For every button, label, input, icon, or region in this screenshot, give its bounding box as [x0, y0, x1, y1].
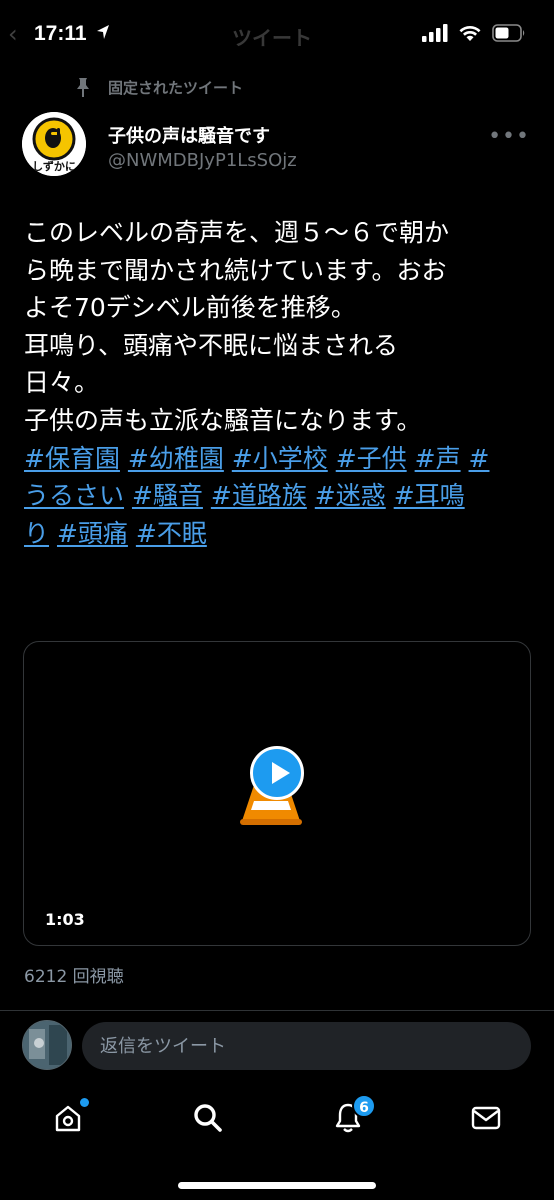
status-icons	[422, 24, 526, 42]
hashtag-link[interactable]: り	[24, 519, 49, 548]
hashtag-link[interactable]: #保育園	[24, 444, 120, 473]
hashtag-link[interactable]: #子供	[336, 444, 407, 473]
author-display-name[interactable]: 子供の声は騒音です	[108, 122, 270, 148]
hashtag-link[interactable]: #頭痛	[57, 519, 128, 548]
hashtag-link[interactable]: うるさい	[24, 481, 124, 510]
play-button[interactable]	[250, 746, 304, 800]
notifications-badge: 6	[352, 1094, 376, 1118]
user-avatar[interactable]	[22, 1020, 72, 1070]
home-new-dot	[80, 1098, 89, 1107]
avatar-caption: しずかに	[32, 160, 76, 173]
hashtag-line: うるさい #騒音 #道路族 #迷惑 #耳鳴	[24, 477, 534, 515]
pinned-indicator: 固定されたツイート	[72, 74, 243, 100]
home-indicator	[178, 1182, 376, 1189]
location-arrow-icon	[97, 25, 109, 39]
tweet-text-line: このレベルの奇声を、週５〜６で朝か	[24, 218, 450, 247]
hashtag-link[interactable]: #騒音	[132, 481, 203, 510]
hashtag-link[interactable]: #不眠	[136, 519, 207, 548]
tweet-text: このレベルの奇声を、週５〜６で朝か ら晩まで聞かされ続けています。おお よそ70…	[24, 214, 534, 552]
hashtag-line: り #頭痛 #不眠	[24, 515, 534, 553]
pin-icon	[77, 78, 89, 97]
tweet-text-line: 子供の声も立派な騒音になります。	[24, 405, 422, 435]
video-player[interactable]: 1:03	[23, 641, 531, 946]
search-icon	[194, 1104, 222, 1132]
hashtag-link[interactable]: #道路族	[211, 481, 307, 510]
divider	[0, 1010, 554, 1011]
hashtag-link[interactable]: #迷惑	[315, 481, 386, 510]
tab-home[interactable]	[38, 1096, 98, 1140]
tab-messages[interactable]	[456, 1096, 516, 1140]
view-count: 6212 回視聴	[24, 967, 124, 987]
messages-icon	[471, 1106, 501, 1130]
status-bar: ‹ 17:11 ツイート	[0, 0, 554, 70]
tab-search[interactable]	[178, 1096, 238, 1140]
reply-input[interactable]	[82, 1022, 531, 1070]
tweet-text-line: ら晩まで聞かされ続けています。おお	[24, 255, 447, 285]
author-handle[interactable]: @NWMDBJyP1LsSOjz	[108, 150, 297, 171]
hashtag-link[interactable]: #声	[415, 444, 461, 473]
battery-icon	[492, 24, 525, 42]
hashtag-link[interactable]: #小学校	[232, 444, 328, 473]
hashtag-link[interactable]: #幼稚園	[128, 444, 224, 473]
wifi-icon	[459, 26, 481, 41]
pinned-label: 固定されたツイート	[108, 78, 244, 97]
author-avatar[interactable]: しずかに	[22, 112, 86, 176]
tweet-text-line: 日々。	[24, 368, 100, 398]
more-options-icon[interactable]: •••	[488, 124, 530, 149]
user-avatar-image	[23, 1021, 71, 1069]
hashtag-line: #保育園 #幼稚園 #小学校 #子供 #声 #	[24, 440, 534, 478]
status-time: 17:11	[34, 22, 87, 45]
video-duration: 1:03	[45, 910, 85, 929]
back-arrow-icon[interactable]: ‹	[8, 20, 18, 48]
screen-title: ツイート	[232, 26, 312, 50]
tweet-text-line: 耳鳴り、頭痛や不眠に悩まされる	[24, 330, 399, 360]
hashtag-link[interactable]: #耳鳴	[394, 481, 465, 510]
hashtag-link[interactable]: #	[469, 444, 490, 473]
home-icon	[55, 1105, 81, 1132]
tweet-text-line: よそ70デシベル前後を推移。	[24, 293, 356, 323]
cellular-signal-icon	[422, 24, 448, 42]
tab-notifications[interactable]: 6	[318, 1094, 378, 1140]
play-icon	[272, 762, 290, 784]
